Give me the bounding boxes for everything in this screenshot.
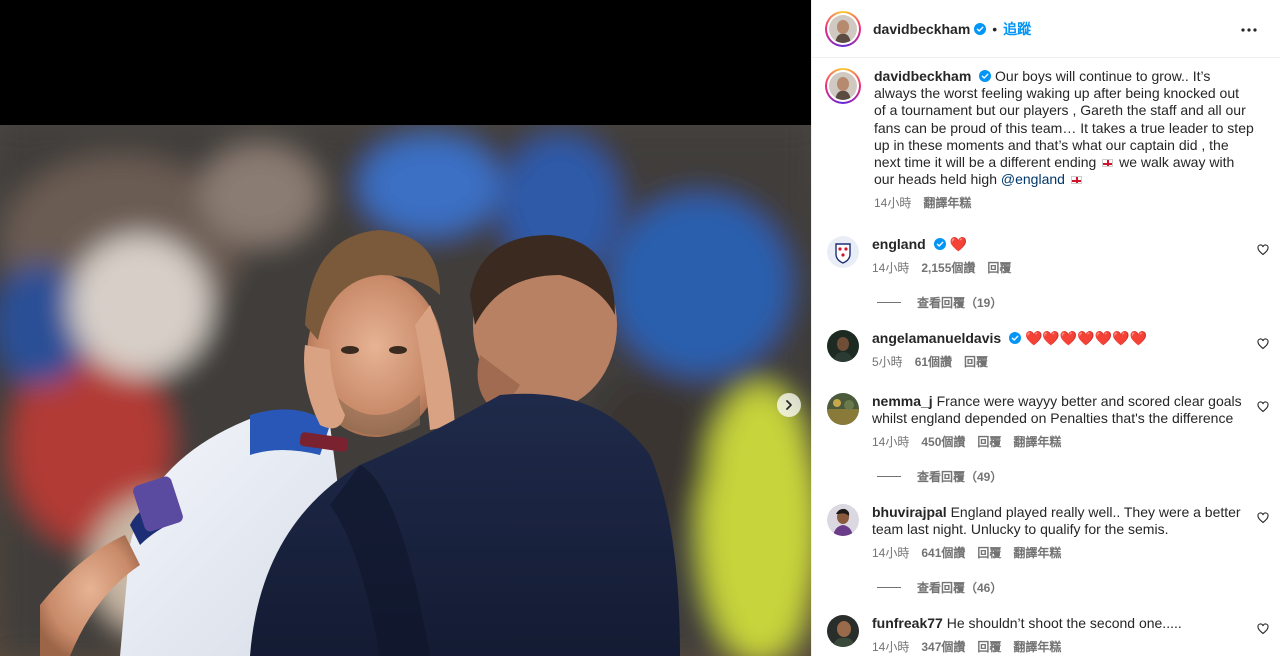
- replies-divider: [877, 476, 901, 477]
- comment-time[interactable]: 14小時: [872, 260, 909, 277]
- comment-meta: 14小時 2,155個讚 回覆: [872, 260, 1242, 277]
- reply-button[interactable]: 回覆: [977, 639, 1001, 656]
- see-translation-button[interactable]: 翻譯年糕: [1013, 545, 1061, 562]
- replies-divider: [877, 302, 901, 303]
- comment-meta: 14小時 641個讚 回覆 翻譯年糕: [872, 545, 1242, 562]
- england-flag-icon: [1070, 176, 1082, 185]
- reply-button[interactable]: 回覆: [977, 434, 1001, 451]
- caption-avatar[interactable]: [825, 68, 861, 104]
- comment-time[interactable]: 14小時: [872, 434, 909, 451]
- reply-button[interactable]: 回覆: [987, 260, 1011, 277]
- comment-meta: 14小時 347個讚 回覆 翻譯年糕: [872, 639, 1242, 656]
- see-translation-button[interactable]: 翻譯年糕: [1013, 639, 1061, 656]
- chevron-right-icon: [786, 400, 792, 410]
- caption-body: davidbeckham Our boys will continue to g…: [874, 68, 1254, 213]
- replies-divider: [877, 587, 901, 588]
- caption-time[interactable]: 14小時: [874, 195, 911, 212]
- reply-button[interactable]: 回覆: [964, 354, 988, 371]
- author-username[interactable]: davidbeckham: [873, 21, 970, 37]
- like-comment-icon[interactable]: [1257, 401, 1269, 413]
- comments-scroll-area[interactable]: davidbeckham Our boys will continue to g…: [812, 59, 1280, 656]
- comment-likes[interactable]: 347個讚: [921, 639, 965, 656]
- comment-item: england ❤️ 14小時 2,155個讚 回覆: [825, 236, 1269, 277]
- comment-meta: 5小時 61個讚 回覆: [872, 354, 1242, 371]
- see-translation-button[interactable]: 翻譯年糕: [923, 195, 971, 212]
- post-viewer: davidbeckham • 追蹤 davidbeckham Our boys …: [0, 0, 1280, 656]
- caption-mention[interactable]: @england: [1001, 171, 1065, 187]
- comment-username[interactable]: angelamanueldavis: [872, 330, 1001, 346]
- commenter-avatar[interactable]: [827, 236, 859, 268]
- comment-username[interactable]: england: [872, 236, 926, 252]
- like-comment-icon[interactable]: [1257, 338, 1269, 350]
- post-caption: davidbeckham Our boys will continue to g…: [825, 68, 1265, 213]
- verified-badge-icon: [974, 22, 987, 35]
- follow-button[interactable]: 追蹤: [1003, 19, 1031, 39]
- comment-item: angelamanueldavis ❤️❤️❤️❤️❤️❤️❤️ 5小時 61個…: [825, 330, 1269, 371]
- like-comment-icon[interactable]: [1257, 512, 1269, 524]
- comment-time[interactable]: 14小時: [872, 545, 909, 562]
- commenter-avatar[interactable]: [827, 615, 859, 647]
- more-horizontal-icon: [1241, 28, 1257, 32]
- like-comment-icon[interactable]: [1257, 244, 1269, 256]
- comment-item: funfreak77 He shouldn’t shoot the second…: [825, 615, 1269, 656]
- reply-button[interactable]: 回覆: [977, 545, 1001, 562]
- post-media: [0, 0, 811, 656]
- caption-meta: 14小時 翻譯年糕: [874, 195, 1254, 212]
- view-replies-button[interactable]: 查看回覆（19）: [877, 294, 1002, 311]
- comment-likes[interactable]: 450個讚: [921, 434, 965, 451]
- comment-item: nemma_j France were wayyy better and sco…: [825, 393, 1269, 452]
- post-sidebar: davidbeckham • 追蹤 davidbeckham Our boys …: [811, 0, 1280, 656]
- comment-text: ❤️❤️❤️❤️❤️❤️❤️: [1024, 330, 1147, 346]
- comment-likes[interactable]: 2,155個讚: [921, 260, 975, 277]
- comment-username[interactable]: nemma_j: [872, 393, 933, 409]
- comment-body: funfreak77 He shouldn’t shoot the second…: [872, 615, 1242, 656]
- comment-likes[interactable]: 61個讚: [915, 354, 952, 371]
- view-replies-button[interactable]: 查看回覆（49）: [877, 468, 1002, 485]
- comment-body: bhuvirajpal England played really well..…: [872, 504, 1242, 563]
- comment-likes[interactable]: 641個讚: [921, 545, 965, 562]
- author-avatar[interactable]: [825, 10, 861, 47]
- commenter-avatar[interactable]: [827, 504, 859, 536]
- view-replies-label: 查看回覆（49）: [917, 470, 1003, 484]
- comment-username[interactable]: funfreak77: [872, 615, 943, 631]
- comment-body: england ❤️ 14小時 2,155個讚 回覆: [872, 236, 1242, 277]
- view-replies-button[interactable]: 查看回覆（46）: [877, 579, 1002, 596]
- comment-body: nemma_j France were wayyy better and sco…: [872, 393, 1242, 452]
- verified-badge-icon: [979, 70, 992, 82]
- comment-meta: 14小時 450個讚 回覆 翻譯年糕: [872, 434, 1242, 451]
- see-translation-button[interactable]: 翻譯年糕: [1013, 434, 1061, 451]
- comment-text: He shouldn’t shoot the second one.....: [946, 615, 1182, 631]
- more-options-button[interactable]: [1237, 18, 1261, 42]
- comment-text: ❤️: [949, 236, 967, 252]
- next-photo-button[interactable]: [777, 393, 801, 417]
- commenter-avatar[interactable]: [827, 330, 859, 362]
- comment-username[interactable]: bhuvirajpal: [872, 504, 947, 520]
- commenter-avatar[interactable]: [827, 393, 859, 425]
- england-flag-icon: [1102, 159, 1114, 168]
- comment-time[interactable]: 14小時: [872, 639, 909, 656]
- comment-time[interactable]: 5小時: [872, 354, 903, 371]
- post-photo: [0, 125, 811, 656]
- view-replies-label: 查看回覆（19）: [917, 296, 1003, 310]
- view-replies-label: 查看回覆（46）: [917, 581, 1003, 595]
- verified-badge-icon: [1009, 332, 1022, 344]
- comment-item: bhuvirajpal England played really well..…: [825, 504, 1269, 563]
- post-header: davidbeckham • 追蹤: [812, 0, 1280, 58]
- header-separator: •: [992, 20, 998, 37]
- verified-badge-icon: [933, 238, 946, 250]
- comment-body: angelamanueldavis ❤️❤️❤️❤️❤️❤️❤️ 5小時 61個…: [872, 330, 1242, 371]
- like-comment-icon[interactable]: [1257, 623, 1269, 635]
- caption-username[interactable]: davidbeckham: [874, 68, 971, 84]
